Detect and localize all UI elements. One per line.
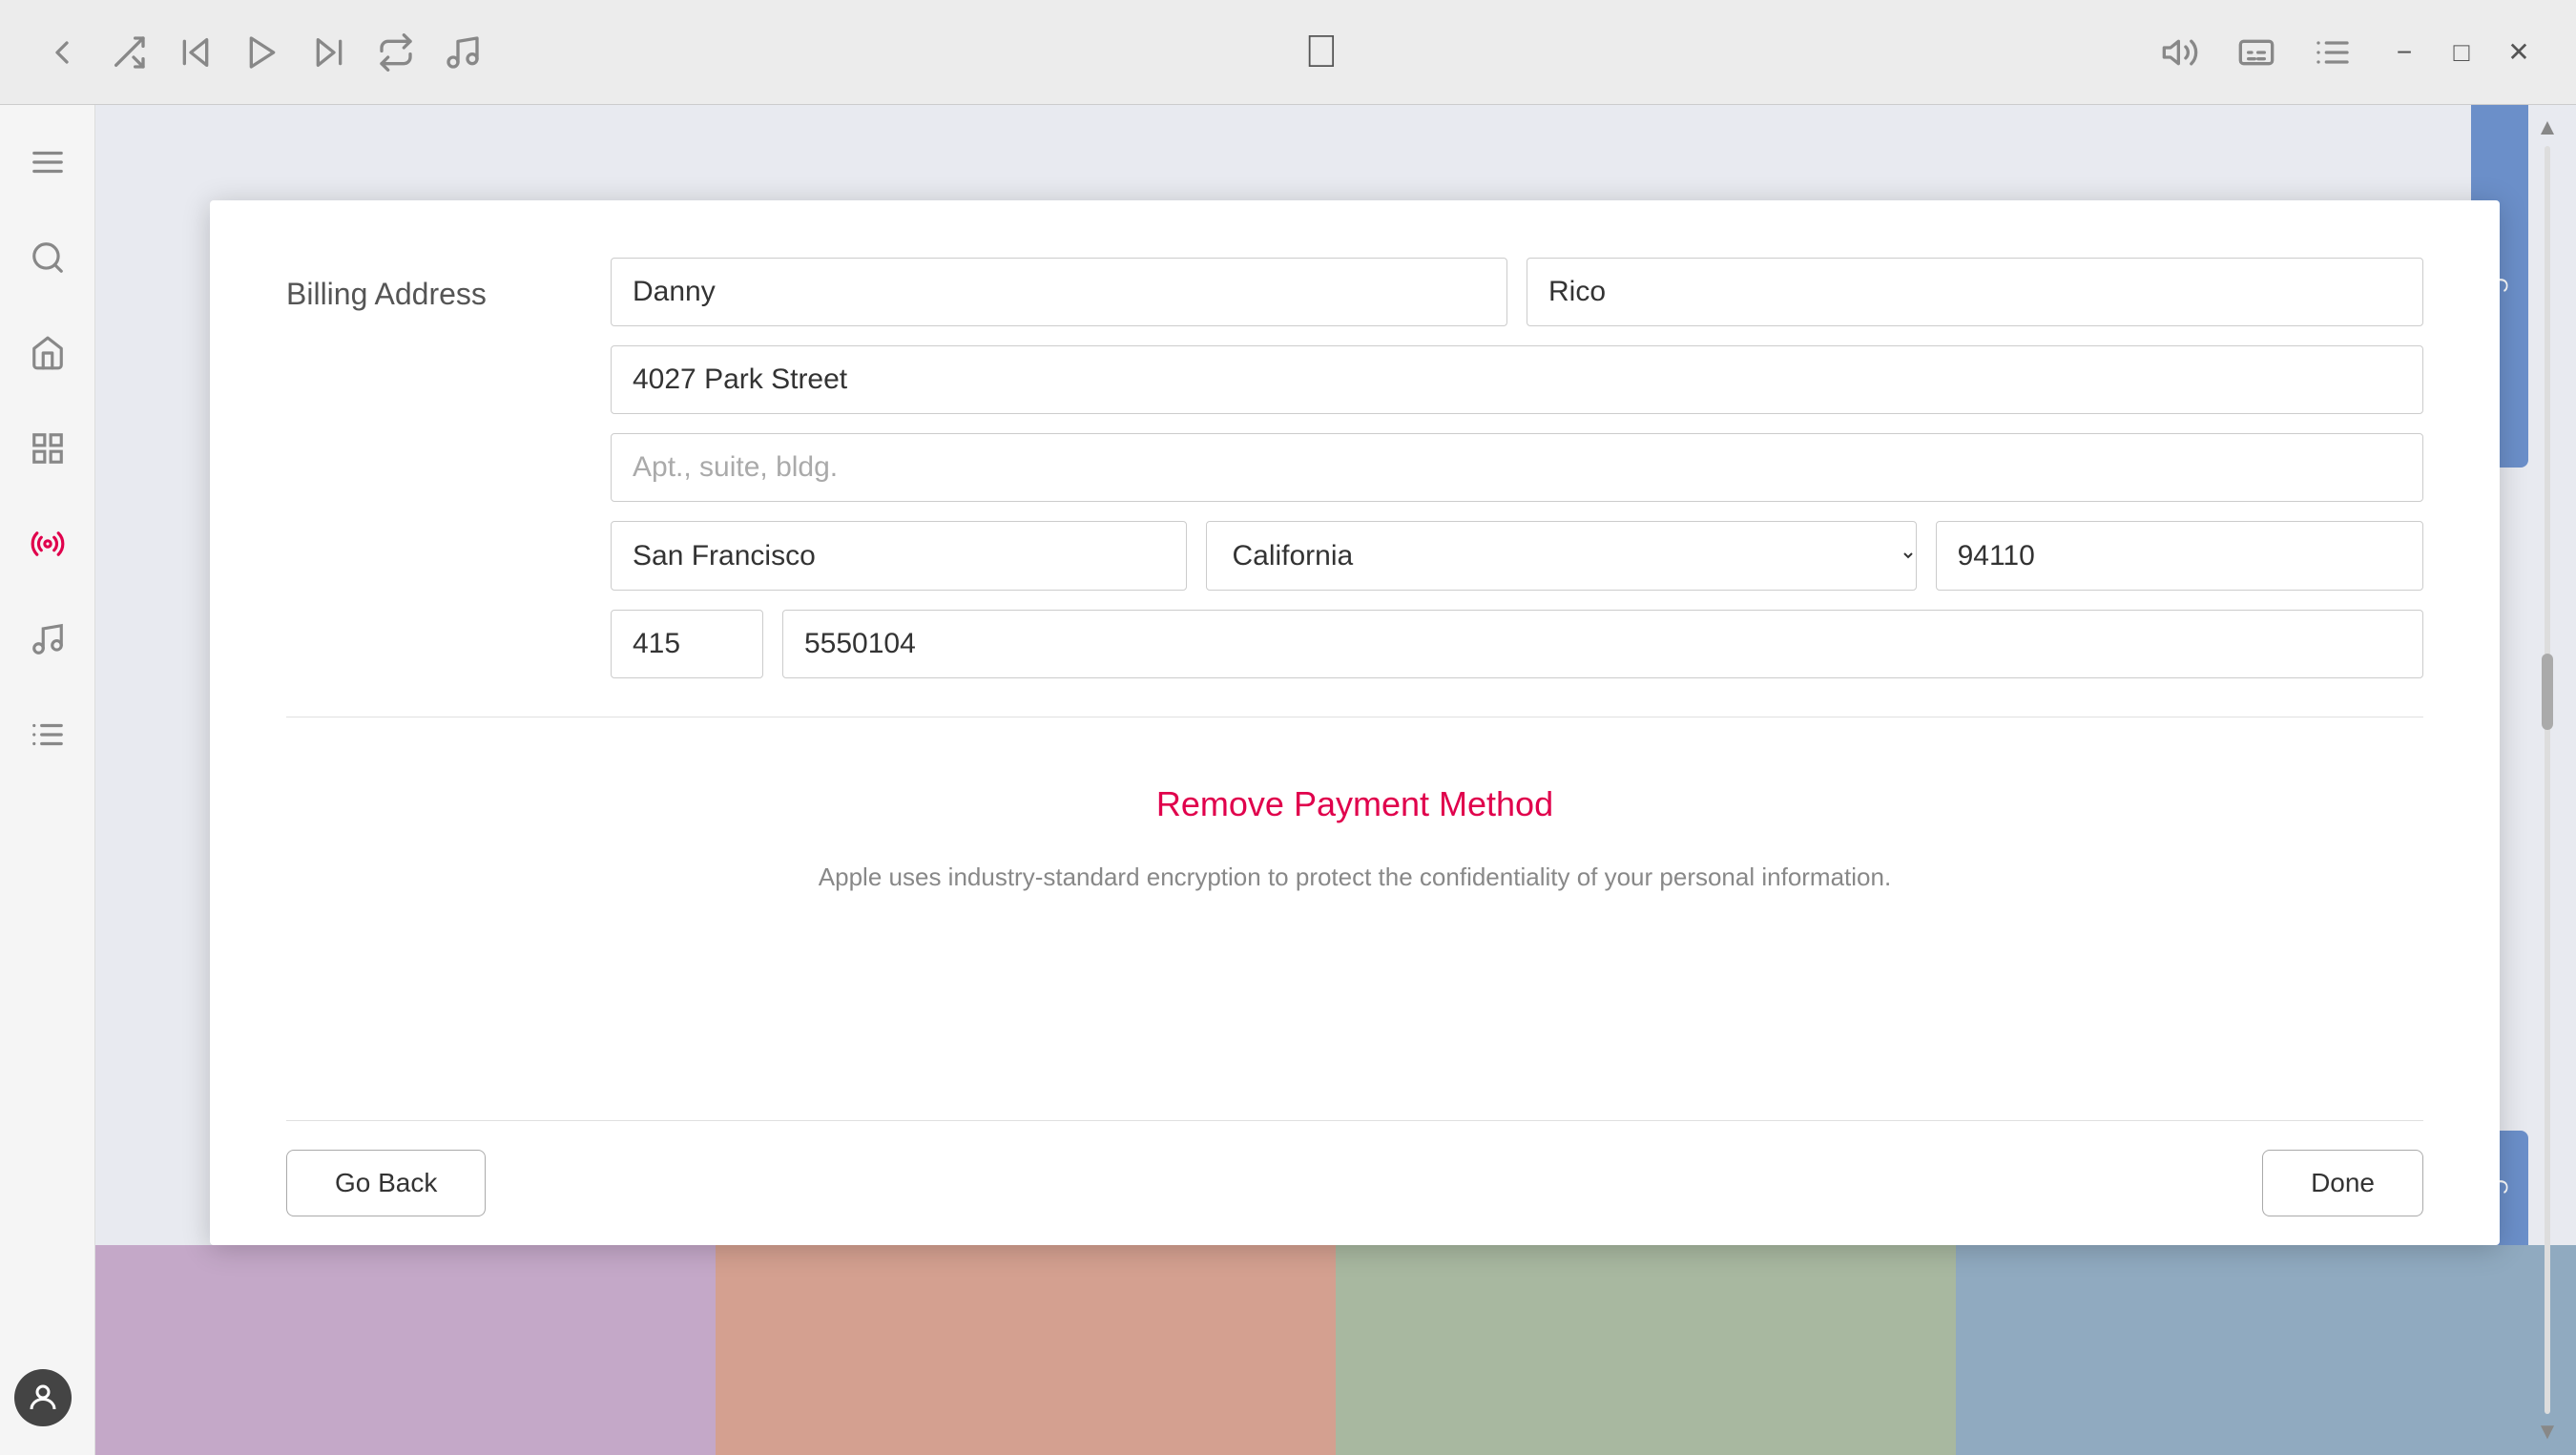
sidebar-item-playlist[interactable] xyxy=(19,706,76,763)
volume-icon[interactable] xyxy=(2156,29,2204,76)
bg-tile-3 xyxy=(1336,1245,1956,1455)
title-bar-right: − □ ✕ xyxy=(2156,29,2538,76)
bg-tile-2 xyxy=(716,1245,1336,1455)
remove-payment-section: Remove Payment Method xyxy=(286,756,2423,843)
go-back-button[interactable]: Go Back xyxy=(286,1150,486,1216)
area-code-input[interactable] xyxy=(611,610,763,678)
bg-tile-1 xyxy=(95,1245,716,1455)
phone-row xyxy=(611,610,2423,678)
sidebar-item-home[interactable] xyxy=(19,324,76,382)
user-avatar[interactable] xyxy=(14,1369,72,1426)
maximize-button[interactable]: □ xyxy=(2442,33,2481,72)
billing-address-label: Billing Address xyxy=(286,258,553,312)
address-row xyxy=(611,345,2423,414)
billing-dialog: Billing Address xyxy=(210,200,2500,1245)
last-name-input[interactable] xyxy=(1527,258,2423,326)
captions-icon[interactable] xyxy=(2233,29,2280,76)
scroll-down-arrow[interactable]: ▼ xyxy=(2536,1419,2559,1445)
dialog-footer: Go Back Done xyxy=(210,1121,2500,1245)
minimize-button[interactable]: − xyxy=(2385,33,2423,72)
title-bar:  xyxy=(0,0,2576,105)
main-layout: C C ▲ ▼ Billing Address xyxy=(0,105,2576,1455)
scroll-handle[interactable] xyxy=(2542,654,2553,730)
sidebar-item-grid[interactable] xyxy=(19,420,76,477)
billing-address-section: Billing Address xyxy=(286,258,2423,678)
playback-controls xyxy=(38,29,487,76)
repeat-button[interactable] xyxy=(372,29,420,76)
sidebar-item-search[interactable] xyxy=(19,229,76,286)
apple-logo:  xyxy=(1304,26,1339,78)
next-button[interactable] xyxy=(305,29,353,76)
state-select[interactable]: AlabamaAlaskaArizonaArkansasCaliforniaCo… xyxy=(1206,521,1916,591)
app-window:  xyxy=(0,0,2576,1455)
apt-input[interactable] xyxy=(611,433,2423,502)
apt-row xyxy=(611,433,2423,502)
street-address-input[interactable] xyxy=(611,345,2423,414)
background-tiles xyxy=(95,1245,2576,1455)
sidebar-item-music-store[interactable] xyxy=(19,611,76,668)
play-button[interactable] xyxy=(239,29,286,76)
city-input[interactable] xyxy=(611,521,1187,591)
window-controls: − □ ✕ xyxy=(2385,33,2538,72)
now-playing-icon xyxy=(439,29,487,76)
list-view-icon[interactable] xyxy=(2309,29,2357,76)
bg-tile-4 xyxy=(1956,1245,2576,1455)
scroll-up-arrow[interactable]: ▲ xyxy=(2536,114,2559,141)
scroll-thumb xyxy=(2541,146,2554,1414)
remove-payment-button[interactable]: Remove Payment Method xyxy=(1156,784,1553,823)
close-button[interactable]: ✕ xyxy=(2500,33,2538,72)
zip-input[interactable] xyxy=(1936,521,2423,591)
shuffle-button[interactable] xyxy=(105,29,153,76)
title-bar-center:  xyxy=(515,26,2128,78)
phone-input[interactable] xyxy=(782,610,2423,678)
sidebar xyxy=(0,105,95,1455)
back-button[interactable] xyxy=(38,29,86,76)
done-button[interactable]: Done xyxy=(2262,1150,2423,1216)
prev-button[interactable] xyxy=(172,29,219,76)
sidebar-item-menu[interactable] xyxy=(19,134,76,191)
security-notice: Apple uses industry-standard encryption … xyxy=(286,843,2423,930)
city-state-zip-row: AlabamaAlaskaArizonaArkansasCaliforniaCo… xyxy=(611,521,2423,591)
dialog-content: Billing Address xyxy=(210,200,2500,1120)
name-row xyxy=(611,258,2423,326)
first-name-input[interactable] xyxy=(611,258,1507,326)
billing-fields: AlabamaAlaskaArizonaArkansasCaliforniaCo… xyxy=(611,258,2423,678)
content-area: C C ▲ ▼ Billing Address xyxy=(95,105,2576,1455)
scroll-bar[interactable]: ▲ ▼ xyxy=(2538,105,2557,1455)
sidebar-item-radio[interactable] xyxy=(19,515,76,572)
scroll-track xyxy=(2545,146,2550,1414)
